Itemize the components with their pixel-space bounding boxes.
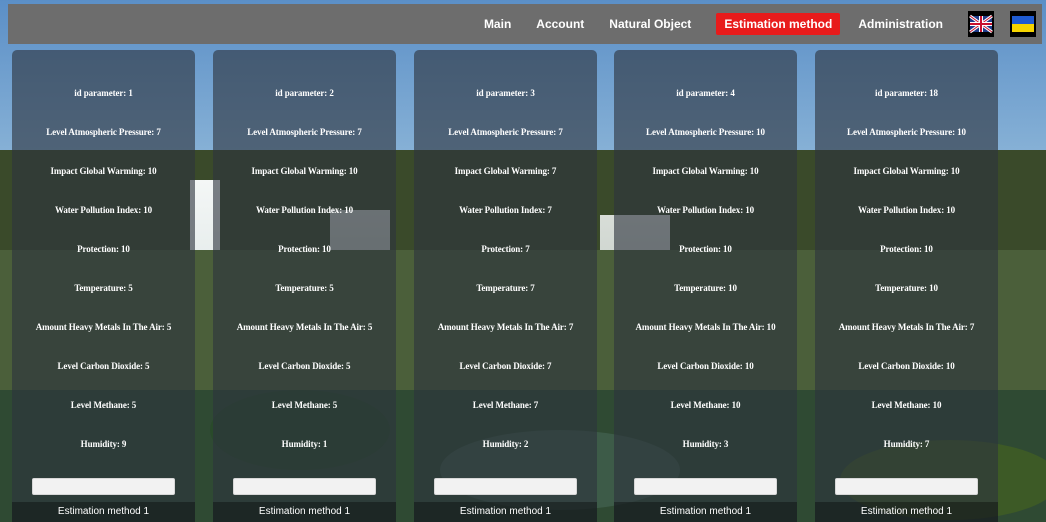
water-pollution: Water Pollution Index: 10: [255, 205, 354, 215]
heavy-metals: Amount Heavy Metals In The Air: 10: [635, 322, 776, 332]
nav-estimation-method[interactable]: Estimation method: [716, 13, 841, 35]
global-warming: Impact Global Warming: 10: [652, 166, 759, 176]
heavy-metals: Amount Heavy Metals In The Air: 5: [236, 322, 373, 332]
estimation-method-label[interactable]: Estimation method 1: [213, 502, 396, 522]
carbon-dioxide: Level Carbon Dioxide: 10: [657, 361, 754, 371]
atmospheric-pressure: Level Atmospheric Pressure: 7: [247, 127, 362, 137]
estimation-input[interactable]: [434, 478, 577, 495]
water-pollution: Water Pollution Index: 10: [857, 205, 956, 215]
estimation-method-label[interactable]: Estimation method 1: [614, 502, 797, 522]
protection: Protection: 10: [278, 244, 331, 254]
atmospheric-pressure: Level Atmospheric Pressure: 7: [46, 127, 161, 137]
uk-flag-icon[interactable]: [968, 11, 994, 37]
estimation-input[interactable]: [634, 478, 777, 495]
ukraine-flag-icon[interactable]: [1010, 11, 1036, 37]
nav-main[interactable]: Main: [484, 13, 511, 35]
nav-natural-object[interactable]: Natural Object: [609, 13, 691, 35]
methane: Level Methane: 5: [271, 400, 338, 410]
atmospheric-pressure: Level Atmospheric Pressure: 10: [847, 127, 966, 137]
temperature: Temperature: 5: [275, 283, 334, 293]
estimation-method-label[interactable]: Estimation method 1: [414, 502, 597, 522]
protection: Protection: 10: [679, 244, 732, 254]
carbon-dioxide: Level Carbon Dioxide: 5: [57, 361, 150, 371]
top-navigation-bar: Main Account Natural Object Estimation m…: [8, 4, 1042, 44]
water-pollution: Water Pollution Index: 7: [459, 205, 552, 215]
parameter-card: id parameter: 2 Level Atmospheric Pressu…: [213, 50, 396, 522]
parameter-card: id parameter: 1 Level Atmospheric Pressu…: [12, 50, 195, 522]
id-parameter: id parameter: 3: [476, 88, 535, 98]
global-warming: Impact Global Warming: 10: [50, 166, 157, 176]
global-warming: Impact Global Warming: 10: [251, 166, 358, 176]
heavy-metals: Amount Heavy Metals In The Air: 7: [838, 322, 975, 332]
water-pollution: Water Pollution Index: 10: [656, 205, 755, 215]
estimation-input[interactable]: [32, 478, 175, 495]
carbon-dioxide: Level Carbon Dioxide: 5: [258, 361, 351, 371]
methane: Level Methane: 10: [670, 400, 741, 410]
water-pollution: Water Pollution Index: 10: [54, 205, 153, 215]
estimation-input[interactable]: [835, 478, 978, 495]
temperature: Temperature: 5: [74, 283, 133, 293]
protection: Protection: 7: [481, 244, 530, 254]
protection: Protection: 10: [77, 244, 130, 254]
methane: Level Methane: 10: [871, 400, 942, 410]
heavy-metals: Amount Heavy Metals In The Air: 5: [35, 322, 172, 332]
nav-account[interactable]: Account: [536, 13, 584, 35]
humidity: Humidity: 3: [682, 439, 729, 449]
parameter-card: id parameter: 4 Level Atmospheric Pressu…: [614, 50, 797, 522]
humidity: Humidity: 7: [883, 439, 930, 449]
atmospheric-pressure: Level Atmospheric Pressure: 10: [646, 127, 765, 137]
temperature: Temperature: 10: [674, 283, 737, 293]
temperature: Temperature: 7: [476, 283, 535, 293]
id-parameter: id parameter: 2: [275, 88, 334, 98]
humidity: Humidity: 9: [80, 439, 127, 449]
global-warming: Impact Global Warming: 7: [454, 166, 557, 176]
methane: Level Methane: 5: [70, 400, 137, 410]
protection: Protection: 10: [880, 244, 933, 254]
estimation-method-label[interactable]: Estimation method 1: [815, 502, 998, 522]
methane: Level Methane: 7: [472, 400, 539, 410]
id-parameter: id parameter: 1: [74, 88, 133, 98]
nav-administration[interactable]: Administration: [858, 13, 943, 35]
estimation-method-label[interactable]: Estimation method 1: [12, 502, 195, 522]
parameter-card: id parameter: 18 Level Atmospheric Press…: [815, 50, 998, 522]
id-parameter: id parameter: 18: [875, 88, 938, 98]
global-warming: Impact Global Warming: 10: [853, 166, 960, 176]
carbon-dioxide: Level Carbon Dioxide: 10: [858, 361, 955, 371]
humidity: Humidity: 2: [482, 439, 529, 449]
humidity: Humidity: 1: [281, 439, 328, 449]
estimation-input[interactable]: [233, 478, 376, 495]
temperature: Temperature: 10: [875, 283, 938, 293]
atmospheric-pressure: Level Atmospheric Pressure: 7: [448, 127, 563, 137]
parameter-card: id parameter: 3 Level Atmospheric Pressu…: [414, 50, 597, 522]
carbon-dioxide: Level Carbon Dioxide: 7: [459, 361, 552, 371]
heavy-metals: Amount Heavy Metals In The Air: 7: [437, 322, 574, 332]
id-parameter: id parameter: 4: [676, 88, 735, 98]
